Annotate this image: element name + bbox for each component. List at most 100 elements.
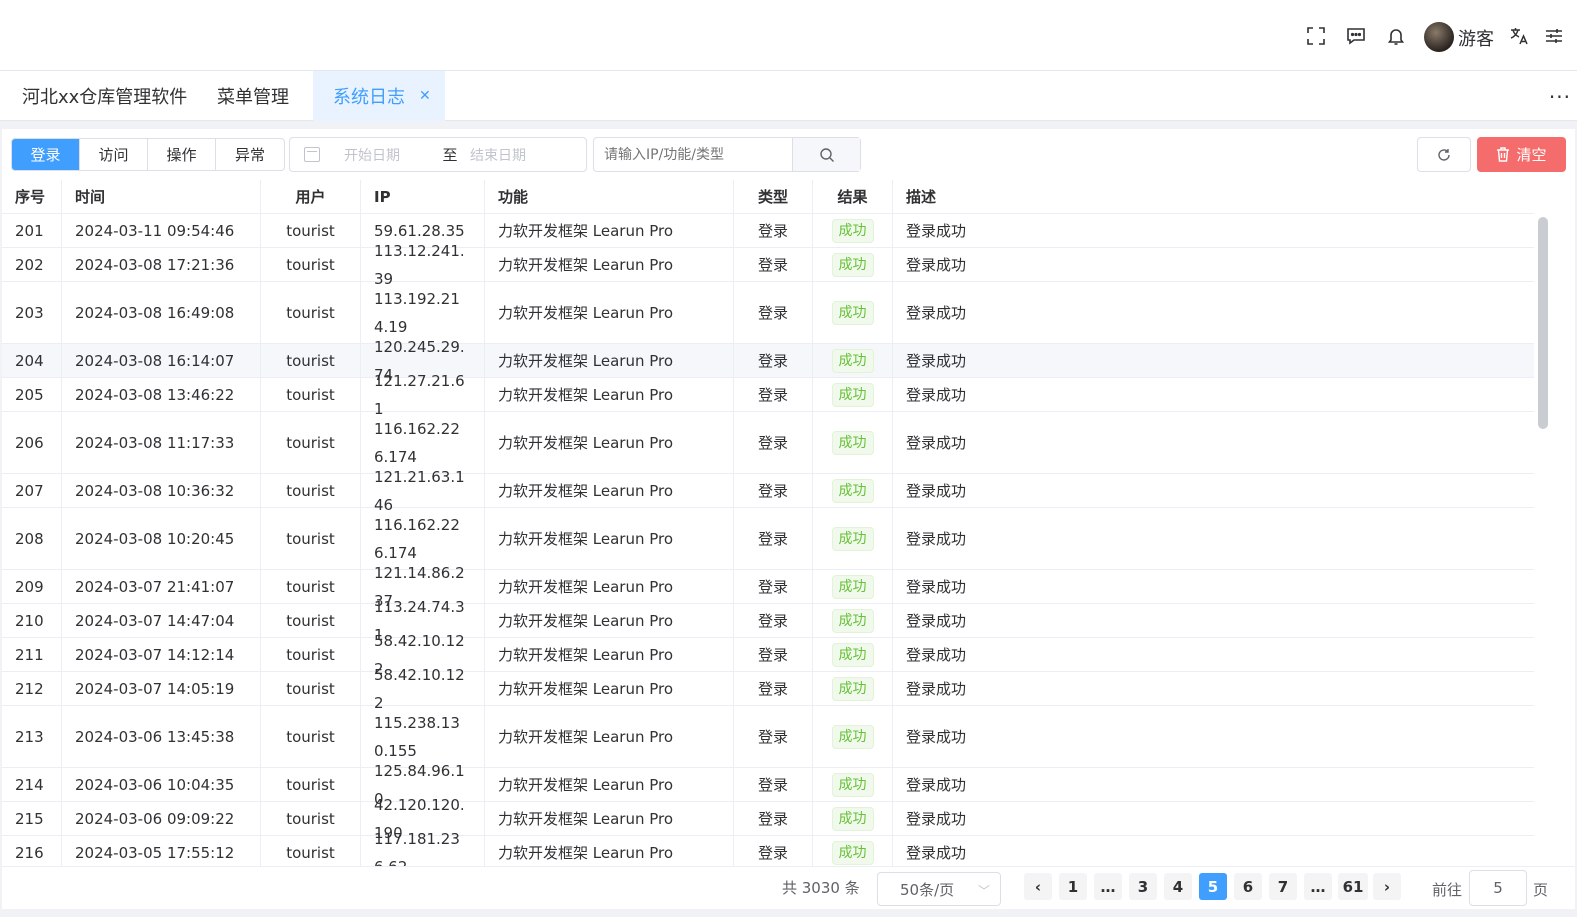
clear-button[interactable]: 清空 <box>1477 137 1566 172</box>
page-ellipsis[interactable]: … <box>1094 873 1122 900</box>
page-ellipsis[interactable]: … <box>1304 873 1332 900</box>
avatar[interactable] <box>1424 22 1454 52</box>
col-header[interactable]: 用户 <box>261 180 361 213</box>
status-badge: 成功 <box>831 608 874 633</box>
segment-visit[interactable]: 访问 <box>80 139 148 170</box>
tab-label: 河北xx仓库管理软件 <box>22 87 188 108</box>
page-button[interactable]: 6 <box>1234 873 1262 900</box>
cell-user: tourist <box>261 768 361 801</box>
cell-result: 成功 <box>813 768 893 801</box>
prev-page-button[interactable]: ‹ <box>1024 873 1052 900</box>
table-row[interactable]: 210 2024-03-07 14:47:04 tourist 113.24.74.3… <box>2 598 1534 644</box>
col-header[interactable]: 类型 <box>734 180 813 213</box>
col-header[interactable]: 序号 <box>2 180 62 213</box>
col-header[interactable]: 功能 <box>485 180 734 213</box>
date-range-picker[interactable]: 开始日期 至 结束日期 <box>289 137 587 172</box>
table-row[interactable]: 205 2024-03-08 13:46:22 tourist 121.27.21.6… <box>2 372 1534 418</box>
cell-no: 216 <box>2 836 62 866</box>
cell-function: 力软开发框架 Learun Pro <box>485 248 734 281</box>
next-page-button[interactable]: › <box>1373 873 1401 900</box>
segment-operation[interactable]: 操作 <box>148 139 216 170</box>
cell-type: 登录 <box>734 214 813 247</box>
tab-menu-management[interactable]: 菜单管理 <box>217 71 289 121</box>
cell-time: 2024-03-06 10:04:35 <box>62 768 261 801</box>
page-button[interactable]: 3 <box>1129 873 1157 900</box>
cell-user: tourist <box>261 638 361 671</box>
table-row[interactable]: 212 2024-03-07 14:05:19 tourist 58.42.10.12… <box>2 666 1534 712</box>
col-header[interactable]: 描述 <box>893 180 1534 213</box>
status-badge: 成功 <box>831 642 874 667</box>
table-row[interactable]: 206 2024-03-08 11:17:33 tourist 116.162.226… <box>2 412 1534 474</box>
table-row[interactable]: 207 2024-03-08 10:36:32 tourist 121.21.63.1… <box>2 468 1534 514</box>
segment-login[interactable]: 登录 <box>12 139 80 170</box>
fullscreen-icon[interactable] <box>1305 25 1327 47</box>
tab-bar: 河北xx仓库管理软件 菜单管理 系统日志 ✕ ··· <box>0 71 1577 121</box>
table-row[interactable]: 201 2024-03-11 09:54:46 tourist 59.61.28.35… <box>2 214 1534 248</box>
page-size-value: 50条/页 <box>900 880 955 899</box>
page-button[interactable]: 1 <box>1059 873 1087 900</box>
start-date-input[interactable]: 开始日期 <box>344 145 432 165</box>
cell-type: 登录 <box>734 768 813 801</box>
cell-no: 210 <box>2 604 62 637</box>
tab-system-log[interactable]: 系统日志 ✕ <box>313 71 445 121</box>
table-row[interactable]: 215 2024-03-06 09:09:22 tourist 42.120.120.… <box>2 796 1534 842</box>
table-row[interactable]: 209 2024-03-07 21:41:07 tourist 121.14.86.2… <box>2 564 1534 610</box>
close-icon[interactable]: ✕ <box>419 88 431 104</box>
cell-type: 登录 <box>734 802 813 835</box>
settings-icon[interactable] <box>1543 25 1565 47</box>
col-header[interactable]: 结果 <box>813 180 893 213</box>
cell-time: 2024-03-07 21:41:07 <box>62 570 261 603</box>
search-input[interactable] <box>594 138 792 171</box>
cell-description: 登录成功 <box>906 810 967 828</box>
status-badge: 成功 <box>831 526 874 551</box>
cell-user: tourist <box>261 248 361 281</box>
username[interactable]: 游客 <box>1458 25 1494 51</box>
more-icon[interactable]: ··· <box>1549 85 1571 109</box>
status-badge: 成功 <box>831 478 874 503</box>
segment-exception[interactable]: 异常 <box>216 139 284 170</box>
trash-icon <box>1497 147 1510 162</box>
cell-time: 2024-03-08 10:36:32 <box>62 474 261 507</box>
table-row[interactable]: 2162024-03-05 17:55:12tourist117.181.236… <box>2 830 1534 866</box>
table-row[interactable]: 211 2024-03-07 14:12:14 tourist 58.42.10.12… <box>2 632 1534 678</box>
cell-user: tourist <box>261 344 361 377</box>
status-badge: 成功 <box>831 676 874 701</box>
cell-description: 登录成功 <box>906 776 967 794</box>
table-row[interactable]: 202 2024-03-08 17:21:36 tourist 113.12.241.… <box>2 242 1534 288</box>
refresh-button[interactable] <box>1417 137 1471 172</box>
page-button[interactable]: 5 <box>1199 873 1227 900</box>
cell-type: 登录 <box>734 508 813 569</box>
cell-no: 209 <box>2 570 62 603</box>
page-button[interactable]: 61 <box>1338 873 1368 900</box>
page-button[interactable]: 4 <box>1164 873 1192 900</box>
table-row[interactable]: 214 2024-03-06 10:04:35 tourist 125.84.96.1… <box>2 762 1534 808</box>
status-badge: 成功 <box>831 300 874 325</box>
cell-user: tourist <box>261 474 361 507</box>
page-size-select[interactable]: 50条/页 ﹀ <box>877 872 1001 906</box>
table-row[interactable]: 208 2024-03-08 10:20:45 tourist 116.162.226… <box>2 508 1534 570</box>
col-header[interactable]: 时间 <box>62 180 261 213</box>
search-icon <box>819 147 834 162</box>
search-button[interactable] <box>792 138 860 171</box>
bell-icon[interactable] <box>1385 25 1407 47</box>
cell-time: 2024-03-08 16:14:07 <box>62 344 261 377</box>
table-row[interactable]: 213 2024-03-06 13:45:38 tourist 115.238.130… <box>2 706 1534 768</box>
cell-function: 力软开发框架 Learun Pro <box>485 672 734 705</box>
message-icon[interactable] <box>1345 25 1367 47</box>
cell-result: 成功 <box>813 214 893 247</box>
cell-result: 成功 <box>813 474 893 507</box>
goto-page-input[interactable]: 5 <box>1469 870 1527 906</box>
vertical-scrollbar[interactable] <box>1538 217 1548 429</box>
translate-icon[interactable] <box>1508 25 1530 47</box>
status-badge: 成功 <box>831 574 874 599</box>
cell-type: 登录 <box>734 412 813 473</box>
table-row[interactable]: 203 2024-03-08 16:49:08 tourist 113.192.214… <box>2 282 1534 344</box>
col-header[interactable]: IP <box>361 180 485 213</box>
cell-no: 203 <box>2 282 62 343</box>
tab-warehouse[interactable]: 河北xx仓库管理软件 <box>22 71 187 121</box>
page-button[interactable]: 7 <box>1269 873 1297 900</box>
table-row[interactable]: 204 2024-03-08 16:14:07 tourist 120.245.29.… <box>2 338 1534 384</box>
cell-user: tourist <box>261 802 361 835</box>
log-panel: 登录 访问 操作 异常 开始日期 至 结束日期 清空 序号 时间 用户 IP 功… <box>2 129 1575 909</box>
end-date-input[interactable]: 结束日期 <box>470 145 526 165</box>
